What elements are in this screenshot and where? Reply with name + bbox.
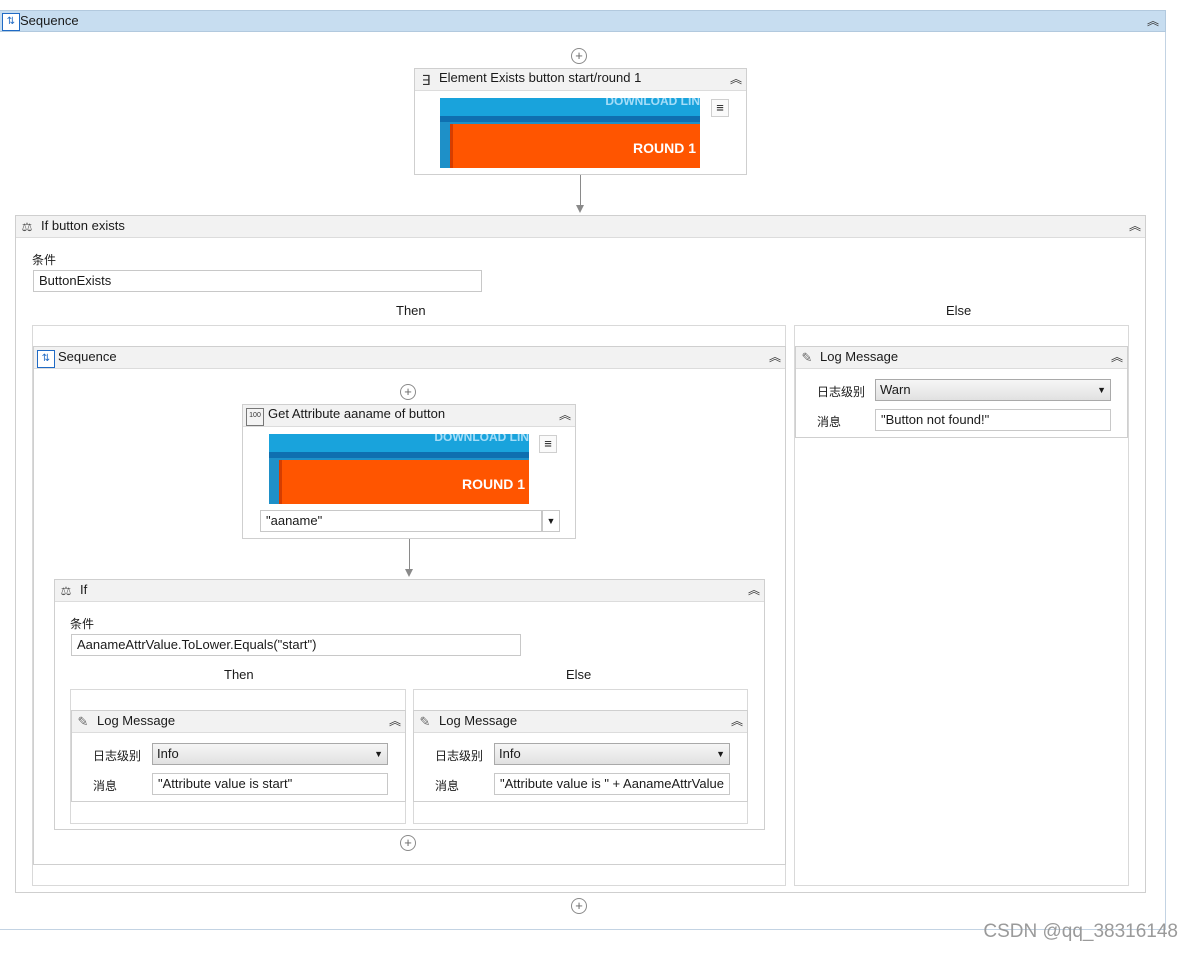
root-sequence-title: Sequence [20,13,79,28]
chevron-down-icon: ▼ [374,749,383,759]
condition-input[interactable]: ButtonExists [33,270,482,292]
if-title: If button exists [41,218,125,233]
condition-label: 条件 [32,253,57,267]
element-exists-icon: ∃ [421,72,431,88]
element-exists-title: Element Exists button start/round 1 [439,70,642,85]
collapse-icon[interactable]: ︽ [387,713,403,729]
get-attribute-icon: 100 [246,408,264,426]
message-input[interactable]: "Attribute value is " + AanameAttrValue [494,773,730,795]
watermark: CSDN @qq_38316148 [983,921,1178,942]
thumbnail-button: ROUND 1 [450,124,700,168]
add-activity-button[interactable]: + [571,48,587,64]
collapse-icon[interactable]: ︽ [767,349,783,365]
add-activity-button[interactable]: + [400,835,416,851]
thumbnail-button-text: ROUND 1 [461,476,525,492]
inner-if-header: ⚖ If ︽ [55,580,764,602]
log-level-select[interactable]: Info ▼ [152,743,388,765]
log-level-select[interactable]: Info ▼ [494,743,730,765]
thumbnail-button-text: ROUND 1 [632,140,696,156]
options-menu-icon[interactable]: ≡ [711,99,729,117]
thumbnail-strip [269,452,529,458]
collapse-icon[interactable]: ︽ [746,582,762,598]
get-attribute-activity[interactable]: 100 Get Attribute aaname of button ︽ DOW… [242,404,576,539]
log-message-header: ✎ Log Message ︽ [414,711,747,733]
log-level-label: 日志级别 [435,749,484,763]
flow-connector [580,175,581,205]
log-message-title: Log Message [820,349,899,364]
else-label: Else [946,303,972,318]
log-level-value: Info [157,746,179,761]
log-message-icon: ✎ [419,714,431,729]
log-message-header: ✎ Log Message ︽ [72,711,405,733]
log-message-activity[interactable]: ✎ Log Message ︽ 日志级别 Info ▼ 消息 "Attribut… [71,710,406,802]
then-sequence-title: Sequence [58,349,117,364]
condition-input[interactable]: AanameAttrValue.ToLower.Equals("start") [71,634,521,656]
message-label: 消息 [93,779,118,793]
get-attribute-header: 100 Get Attribute aaname of button ︽ [243,405,575,427]
element-screenshot-thumbnail[interactable]: DOWNLOAD LIN ROUND 1 [440,98,700,168]
element-exists-activity[interactable]: ∃ Element Exists button start/round 1 ︽ … [414,68,747,175]
if-icon: ⚖ [21,220,33,234]
if-header: ⚖ If button exists ︽ [16,216,1145,238]
log-message-icon: ✎ [77,714,89,729]
log-message-activity[interactable]: ✎ Log Message ︽ 日志级别 Info ▼ 消息 "Attribut… [413,710,748,802]
thumbnail-banner: DOWNLOAD LIN [440,98,700,116]
sequence-icon: ⇅ [2,13,20,31]
log-message-title: Log Message [439,713,518,728]
log-message-activity[interactable]: ✎ Log Message ︽ 日志级别 Warn ▼ 消息 "Button n… [795,346,1128,438]
log-level-value: Info [499,746,521,761]
collapse-icon[interactable]: ︽ [729,713,745,729]
condition-label: 条件 [70,617,95,631]
log-level-select[interactable]: Warn ▼ [875,379,1111,401]
flow-arrow-icon [405,569,413,577]
thumbnail-ghost-text: DOWNLOAD LIN [605,98,700,108]
message-input[interactable]: "Button not found!" [875,409,1111,431]
collapse-icon[interactable]: ︽ [1109,349,1125,365]
sequence-icon: ⇅ [37,350,55,368]
log-message-icon: ✎ [801,350,813,365]
inner-if-title: If [80,582,88,597]
collapse-icon[interactable]: ︽ [1127,218,1143,234]
flow-connector [409,539,410,569]
collapse-icon[interactable]: ︽ [557,407,573,423]
attribute-dropdown-button[interactable]: ▼ [542,510,560,532]
options-menu-icon[interactable]: ≡ [539,435,557,453]
thumbnail-banner: DOWNLOAD LIN [269,434,529,452]
message-input[interactable]: "Attribute value is start" [152,773,388,795]
log-message-title: Log Message [97,713,176,728]
then-label: Then [396,303,426,318]
root-sequence-header[interactable]: ⇅ Sequence ︽ [0,10,1166,32]
log-level-label: 日志级别 [93,749,142,763]
chevron-down-icon: ▼ [716,749,725,759]
add-activity-button[interactable]: + [400,384,416,400]
collapse-icon[interactable]: ︽ [1145,13,1161,29]
chevron-down-icon: ▼ [1097,385,1106,395]
message-label: 消息 [435,779,460,793]
get-attribute-title: Get Attribute aaname of button [268,406,446,421]
log-message-header: ✎ Log Message ︽ [796,347,1127,369]
add-activity-button[interactable]: + [571,898,587,914]
thumbnail-ghost-text: DOWNLOAD LIN [434,434,529,444]
message-label: 消息 [817,415,842,429]
flow-arrow-icon [576,205,584,213]
thumbnail-button: ROUND 1 [279,460,529,504]
then-label: Then [224,667,254,682]
else-label: Else [566,667,592,682]
collapse-icon[interactable]: ︽ [728,71,744,87]
log-level-label: 日志级别 [817,385,866,399]
attribute-input[interactable]: "aaname" [260,510,542,532]
if-icon: ⚖ [60,584,72,598]
element-screenshot-thumbnail[interactable]: DOWNLOAD LIN ROUND 1 [269,434,529,504]
element-exists-header: ∃ Element Exists button start/round 1 ︽ [415,69,746,91]
log-level-value: Warn [880,382,911,397]
then-sequence-header: ⇅ Sequence ︽ [34,347,785,369]
thumbnail-strip [440,116,700,122]
